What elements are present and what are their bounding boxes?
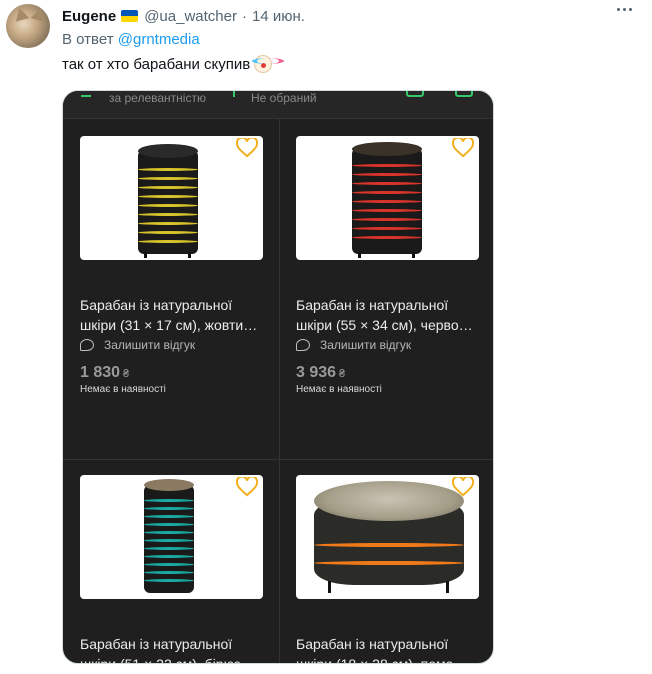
product-price: 3 936 ₴ xyxy=(296,364,345,382)
display-name[interactable]: Eugene xyxy=(62,8,116,25)
tweet-header: Eugene @ua_watcher · 14 июн. xyxy=(62,6,305,26)
product-title[interactable]: Барабан із натуральної шкіри (31 × 17 см… xyxy=(80,295,270,335)
product-title-line: шкіри (31 × 17 см), жовти… xyxy=(80,317,258,333)
product-price: 1 830 ₴ xyxy=(80,364,129,382)
product-image xyxy=(80,475,263,599)
stock-status: Немає в наявності xyxy=(80,384,166,395)
reply-context: В ответ @grntmedia xyxy=(62,31,200,48)
drum-picture xyxy=(314,481,464,597)
more-options-icon[interactable] xyxy=(617,8,632,11)
price-value: 1 830 xyxy=(80,364,121,381)
heart-icon[interactable] xyxy=(236,138,258,158)
tweet-text-content: так от хто барабани скупив xyxy=(62,55,251,73)
product-title-line: Барабан із натуральної xyxy=(80,297,233,313)
product-title-line: Барабан із натуральної xyxy=(296,297,449,313)
drum-picture xyxy=(144,479,194,597)
heart-icon[interactable] xyxy=(452,477,474,497)
tweet-text: так от хто барабани скупив xyxy=(62,55,285,73)
heart-icon[interactable] xyxy=(452,138,474,158)
review-label: Залишити відгук xyxy=(104,338,196,352)
product-card: Барабан із натуральної шкіри (31 × 17 см… xyxy=(63,91,279,459)
reply-mention-link[interactable]: @grntmedia xyxy=(118,31,200,48)
tweet-date[interactable]: 14 июн. xyxy=(252,8,305,25)
product-title-line: шкіри (55 × 34 см), черво… xyxy=(296,317,473,333)
comment-icon xyxy=(80,339,94,351)
drum-picture xyxy=(352,142,422,258)
product-title-line: шкіри (51 × 22 см), бірюз… xyxy=(80,656,255,664)
comment-icon xyxy=(296,339,310,351)
separator: · xyxy=(241,7,247,25)
product-card: Барабан із натуральної шкіри (51 × 22 см… xyxy=(63,460,279,664)
clown-face-icon xyxy=(252,55,285,73)
product-card: Барабан із натуральної шкіри (55 × 34 см… xyxy=(279,91,493,459)
product-title-line: Барабан із натуральної xyxy=(80,636,233,652)
stock-status: Немає в наявності xyxy=(296,384,382,395)
review-label: Залишити відгук xyxy=(320,338,412,352)
avatar-ear xyxy=(12,6,30,22)
ukraine-flag-icon xyxy=(121,10,139,22)
leave-review-link[interactable]: Залишити відгук xyxy=(296,338,411,352)
currency-symbol: ₴ xyxy=(339,368,346,380)
tweet-media-image[interactable]: за релевантністю Не обраний Барабан із н… xyxy=(62,90,494,664)
product-image xyxy=(80,136,263,260)
product-title-line: Барабан із натуральної xyxy=(296,636,449,652)
product-title-line: шкіри (18 × 28 см), пома… xyxy=(296,656,468,664)
drum-picture xyxy=(138,144,198,258)
avatar[interactable] xyxy=(6,4,50,48)
product-title[interactable]: Барабан із натуральної шкіри (55 × 34 см… xyxy=(296,295,486,335)
currency-symbol: ₴ xyxy=(123,368,130,380)
product-title[interactable]: Барабан із натуральної шкіри (18 × 28 см… xyxy=(296,634,486,664)
product-image xyxy=(296,136,479,260)
user-handle[interactable]: @ua_watcher xyxy=(144,8,237,25)
product-title[interactable]: Барабан із натуральної шкіри (51 × 22 см… xyxy=(80,634,270,664)
product-image xyxy=(296,475,479,599)
heart-icon[interactable] xyxy=(236,477,258,497)
avatar-ear xyxy=(30,6,48,22)
leave-review-link[interactable]: Залишити відгук xyxy=(80,338,195,352)
reply-prefix: В ответ xyxy=(62,31,114,48)
product-card: Барабан із натуральної шкіри (18 × 28 см… xyxy=(279,460,493,664)
price-value: 3 936 xyxy=(296,364,337,381)
